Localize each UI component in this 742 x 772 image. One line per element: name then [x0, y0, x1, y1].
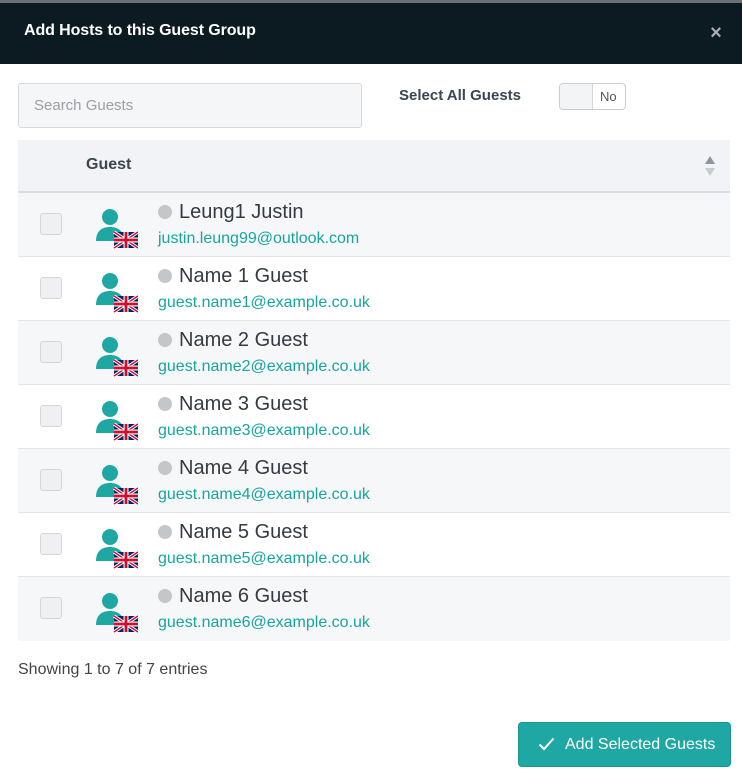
- toggle-value: No: [600, 89, 617, 104]
- guest-email[interactable]: guest.name1@example.co.uk: [158, 294, 370, 312]
- user-avatar-icon: [94, 463, 139, 507]
- guest-name: Name 2 Guest: [179, 329, 308, 351]
- table-row: Name 4 Guest guest.name4@example.co.uk: [18, 449, 730, 513]
- guest-email[interactable]: justin.leung99@outlook.com: [158, 230, 359, 248]
- guest-name: Leung1 Justin: [179, 201, 304, 223]
- column-header-guest[interactable]: Guest: [86, 156, 131, 174]
- guest-name: Name 4 Guest: [179, 457, 308, 479]
- user-avatar-icon: [94, 207, 139, 251]
- status-dot: [158, 269, 172, 283]
- row-checkbox[interactable]: [40, 533, 62, 555]
- select-all-label: Select All Guests: [399, 87, 521, 104]
- check-icon: [538, 737, 555, 751]
- user-avatar-icon: [94, 399, 139, 443]
- close-icon[interactable]: ×: [706, 21, 726, 45]
- modal-header: Add Hosts to this Guest Group ×: [0, 3, 742, 64]
- guest-email[interactable]: guest.name4@example.co.uk: [158, 486, 370, 504]
- table-row: Name 2 Guest guest.name2@example.co.uk: [18, 321, 730, 385]
- add-selected-guests-button[interactable]: Add Selected Guests: [518, 722, 731, 767]
- row-checkbox[interactable]: [40, 405, 62, 427]
- status-dot: [158, 461, 172, 475]
- guest-name: Name 3 Guest: [179, 393, 308, 415]
- table-row: Name 5 Guest guest.name5@example.co.uk: [18, 513, 730, 577]
- user-avatar-icon: [94, 591, 139, 635]
- toggle-knob: [560, 84, 593, 109]
- status-dot: [158, 589, 172, 603]
- user-avatar-icon: [94, 527, 139, 571]
- status-dot: [158, 525, 172, 539]
- status-dot: [158, 205, 172, 219]
- modal-title: Add Hosts to this Guest Group: [24, 22, 256, 39]
- guest-email[interactable]: guest.name5@example.co.uk: [158, 550, 370, 568]
- guest-email[interactable]: guest.name6@example.co.uk: [158, 614, 370, 632]
- user-avatar-icon: [94, 271, 139, 315]
- guest-name: Name 6 Guest: [179, 585, 308, 607]
- guest-email[interactable]: guest.name2@example.co.uk: [158, 358, 370, 376]
- row-checkbox[interactable]: [40, 213, 62, 235]
- table-info: Showing 1 to 7 of 7 entries: [18, 661, 208, 678]
- add-button-label: Add Selected Guests: [565, 736, 716, 753]
- search-input[interactable]: [18, 83, 362, 128]
- table-body: Leung1 Justin justin.leung99@outlook.com…: [18, 193, 730, 641]
- row-checkbox[interactable]: [40, 469, 62, 491]
- table-row: Name 6 Guest guest.name6@example.co.uk: [18, 577, 730, 641]
- guest-name: Name 5 Guest: [179, 521, 308, 543]
- status-dot: [158, 397, 172, 411]
- row-checkbox[interactable]: [40, 341, 62, 363]
- table-row: Name 3 Guest guest.name3@example.co.uk: [18, 385, 730, 449]
- user-avatar-icon: [94, 335, 139, 379]
- guest-email[interactable]: guest.name3@example.co.uk: [158, 422, 370, 440]
- table-row: Leung1 Justin justin.leung99@outlook.com: [18, 193, 730, 257]
- guests-table: Guest Leung1 Justin justin.leung99@outlo…: [18, 140, 730, 641]
- status-dot: [158, 333, 172, 347]
- sort-icon[interactable]: [704, 155, 716, 177]
- table-row: Name 1 Guest guest.name1@example.co.uk: [18, 257, 730, 321]
- table-header: Guest: [18, 140, 730, 193]
- row-checkbox[interactable]: [40, 277, 62, 299]
- guest-name: Name 1 Guest: [179, 265, 308, 287]
- select-all-toggle[interactable]: No: [559, 83, 626, 110]
- row-checkbox[interactable]: [40, 597, 62, 619]
